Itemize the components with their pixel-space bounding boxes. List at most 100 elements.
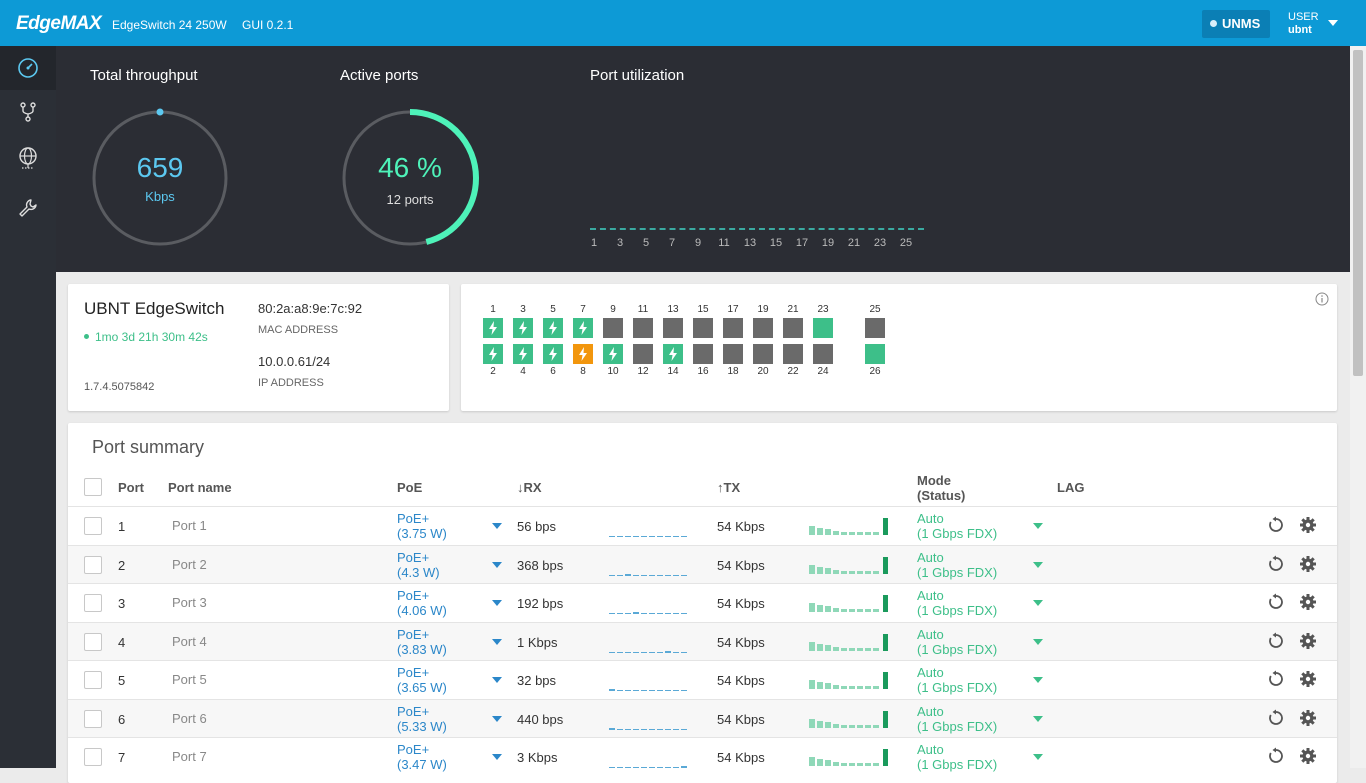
port-name[interactable]: Port 4 (172, 634, 207, 649)
chevron-down-icon[interactable] (1033, 715, 1043, 722)
port-10-status[interactable] (603, 344, 623, 364)
poe-select[interactable]: PoE+ (5.33 W) (397, 704, 447, 734)
port-14-status[interactable] (663, 344, 683, 364)
info-icon[interactable] (1315, 292, 1329, 306)
header-mode[interactable]: Mode (Status) (917, 473, 965, 503)
port-name[interactable]: Port 1 (172, 518, 207, 533)
port-16-status[interactable] (693, 344, 713, 364)
port-13-status[interactable] (663, 318, 683, 338)
mode-select[interactable]: Auto (1 Gbps FDX) (917, 704, 997, 734)
chevron-down-icon[interactable] (492, 754, 502, 760)
mode-select[interactable]: Auto (1 Gbps FDX) (917, 665, 997, 695)
port-2-status[interactable] (483, 344, 503, 364)
scrollbar[interactable] (1350, 46, 1366, 768)
port-name[interactable]: Port 5 (172, 672, 207, 687)
port-23-status[interactable] (813, 318, 833, 338)
port-20-status[interactable] (753, 344, 773, 364)
chevron-down-icon[interactable] (492, 523, 502, 529)
row-checkbox[interactable] (84, 555, 102, 574)
row-checkbox[interactable] (84, 671, 102, 689)
chevron-down-icon[interactable] (1033, 754, 1043, 760)
edgemax-logo[interactable]: EdgeMAX (16, 13, 102, 35)
row-checkbox[interactable] (84, 517, 102, 535)
unms-button[interactable]: UNMS (1202, 10, 1270, 38)
port-18-status[interactable] (723, 344, 743, 364)
gear-icon[interactable] (1299, 709, 1317, 727)
mode-select[interactable]: Auto (1 Gbps FDX) (917, 550, 997, 580)
port-19-status[interactable] (753, 318, 773, 338)
port-22-status[interactable] (783, 344, 803, 364)
chevron-down-icon[interactable] (1328, 20, 1338, 26)
row-checkbox[interactable] (84, 709, 102, 728)
port-name[interactable]: Port 6 (172, 711, 207, 726)
chevron-down-icon[interactable] (492, 561, 502, 568)
poe-select[interactable]: PoE+ (3.75 W) (397, 511, 447, 541)
header-port[interactable]: Port (118, 480, 144, 495)
scrollbar-thumb[interactable] (1353, 50, 1363, 376)
port-7-status[interactable] (573, 318, 593, 338)
gear-icon[interactable] (1299, 747, 1317, 765)
user-menu[interactable]: USER ubnt (1288, 11, 1319, 37)
table-row[interactable]: 5 Port 5 PoE+ (3.65 W) 32 bps 54 Kbps Auto (1 G… (68, 660, 1337, 698)
chevron-down-icon[interactable] (1033, 677, 1043, 683)
row-checkbox[interactable] (84, 594, 102, 612)
restart-icon[interactable] (1267, 747, 1285, 765)
gear-icon[interactable] (1299, 555, 1317, 573)
table-row[interactable]: 2 Port 2 PoE+ (4.3 W) 368 bps 54 Kbps Auto (1 G… (68, 544, 1337, 583)
row-checkbox[interactable] (84, 748, 102, 766)
port-11-status[interactable] (633, 318, 653, 338)
sidebar-item-network[interactable] (0, 136, 56, 180)
port-1-status[interactable] (483, 318, 503, 338)
restart-icon[interactable] (1267, 516, 1285, 534)
port-12-status[interactable] (633, 344, 653, 364)
chevron-down-icon[interactable] (1033, 638, 1043, 645)
row-checkbox[interactable] (84, 632, 102, 651)
port-6-status[interactable] (543, 344, 563, 364)
port-9-status[interactable] (603, 318, 623, 338)
port-name[interactable]: Port 7 (172, 749, 207, 764)
table-row[interactable]: 1 Port 1 PoE+ (3.75 W) 56 bps 54 Kbps Auto (1 G… (68, 506, 1337, 544)
chevron-down-icon[interactable] (492, 638, 502, 645)
port-8-status[interactable] (573, 344, 593, 364)
restart-icon[interactable] (1267, 670, 1285, 688)
gear-icon[interactable] (1299, 670, 1317, 688)
chevron-down-icon[interactable] (492, 677, 502, 683)
gear-icon[interactable] (1299, 516, 1317, 534)
select-all-checkbox[interactable] (84, 478, 102, 496)
restart-icon[interactable] (1267, 709, 1285, 727)
chevron-down-icon[interactable] (1033, 523, 1043, 529)
port-17-status[interactable] (723, 318, 743, 338)
gear-icon[interactable] (1299, 593, 1317, 611)
port-3-status[interactable] (513, 318, 533, 338)
port-26-status[interactable] (865, 344, 885, 364)
port-21-status[interactable] (783, 318, 803, 338)
header-poe[interactable]: PoE (397, 480, 422, 495)
table-row[interactable]: 4 Port 4 PoE+ (3.83 W) 1 Kbps 54 Kbps Auto (1 G… (68, 621, 1337, 660)
mode-select[interactable]: Auto (1 Gbps FDX) (917, 627, 997, 657)
table-row[interactable]: 3 Port 3 PoE+ (4.06 W) 192 bps 54 Kbps Auto (1 … (68, 583, 1337, 621)
poe-select[interactable]: PoE+ (4.06 W) (397, 588, 447, 618)
poe-select[interactable]: PoE+ (3.65 W) (397, 665, 447, 695)
chevron-down-icon[interactable] (1033, 561, 1043, 568)
sidebar-item-dashboard[interactable] (0, 46, 56, 90)
port-4-status[interactable] (513, 344, 533, 364)
header-rx[interactable]: ↓RX (517, 480, 542, 495)
chevron-down-icon[interactable] (492, 600, 502, 606)
sidebar-item-ports[interactable] (0, 90, 56, 134)
header-tx[interactable]: ↑TX (717, 480, 740, 495)
port-25-status[interactable] (865, 318, 885, 338)
chevron-down-icon[interactable] (1033, 600, 1043, 606)
port-15-status[interactable] (693, 318, 713, 338)
port-name[interactable]: Port 2 (172, 557, 207, 572)
gear-icon[interactable] (1299, 632, 1317, 650)
poe-select[interactable]: PoE+ (4.3 W) (397, 550, 440, 580)
table-row[interactable]: 6 Port 6 PoE+ (5.33 W) 440 bps 54 Kbps Auto (1 … (68, 698, 1337, 737)
restart-icon[interactable] (1267, 593, 1285, 611)
port-5-status[interactable] (543, 318, 563, 338)
mode-select[interactable]: Auto (1 Gbps FDX) (917, 588, 997, 618)
header-port-name[interactable]: Port name (168, 480, 232, 495)
port-name[interactable]: Port 3 (172, 595, 207, 610)
port-24-status[interactable] (813, 344, 833, 364)
table-row[interactable]: 7 Port 7 PoE+ (3.47 W) 3 Kbps 54 Kbps Auto (1 G… (68, 737, 1337, 775)
restart-icon[interactable] (1267, 632, 1285, 650)
